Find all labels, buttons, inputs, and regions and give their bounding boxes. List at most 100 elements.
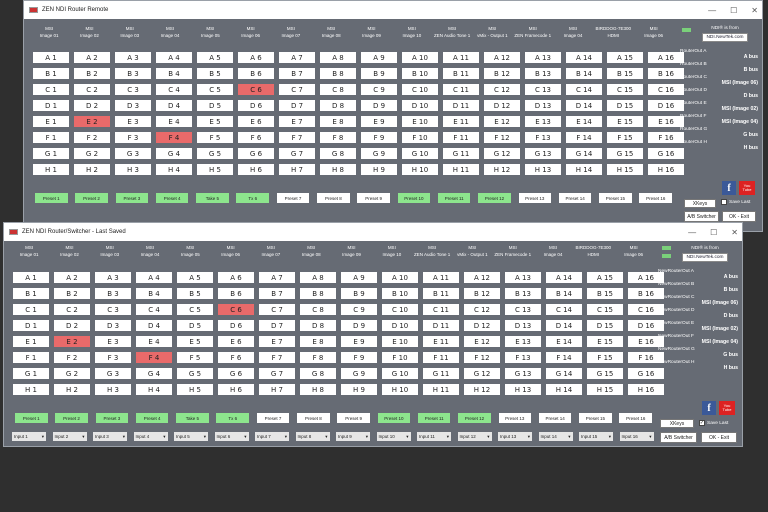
crosspoint-button[interactable]: H 4	[156, 164, 192, 175]
crosspoint-button[interactable]: H 8	[300, 384, 336, 395]
preset-button[interactable]: Preset 13	[498, 413, 532, 423]
minimize-button[interactable]: —	[708, 6, 716, 15]
crosspoint-button[interactable]: G 12	[484, 148, 520, 159]
crosspoint-button[interactable]: F 7	[259, 352, 295, 363]
crosspoint-button[interactable]: C 4	[136, 304, 172, 315]
crosspoint-button[interactable]: G 8	[320, 148, 356, 159]
preset-button[interactable]: Preset 16	[639, 193, 672, 203]
crosspoint-button[interactable]: C 13	[505, 304, 541, 315]
preset-button[interactable]: Preset 7	[256, 413, 290, 423]
crosspoint-button[interactable]: A 8	[320, 52, 356, 63]
crosspoint-button[interactable]: H 15	[607, 164, 643, 175]
crosspoint-button[interactable]: D 11	[423, 320, 459, 331]
crosspoint-button[interactable]: D 14	[566, 100, 602, 111]
crosspoint-button[interactable]: H 5	[177, 384, 213, 395]
crosspoint-button[interactable]: A 11	[443, 52, 479, 63]
preset-button[interactable]: Preset 2	[75, 193, 108, 203]
crosspoint-button[interactable]: E 3	[95, 336, 131, 347]
crosspoint-button[interactable]: H 10	[382, 384, 418, 395]
crosspoint-button[interactable]: C 6	[218, 304, 254, 315]
crosspoint-button[interactable]: B 12	[484, 68, 520, 79]
crosspoint-button[interactable]: D 14	[546, 320, 582, 331]
input-select[interactable]: Input 11 ▾	[417, 432, 451, 441]
preset-button[interactable]: Preset 7	[276, 193, 310, 203]
crosspoint-button[interactable]: D 11	[443, 100, 479, 111]
crosspoint-button[interactable]: G 1	[13, 368, 49, 379]
input-select[interactable]: Input 10 ▾	[376, 432, 411, 441]
crosspoint-button[interactable]: C 11	[443, 84, 479, 95]
input-select[interactable]: Input 1 ▾	[12, 432, 46, 441]
crosspoint-button[interactable]: F 12	[464, 352, 500, 363]
preset-button[interactable]: Preset 3	[115, 193, 149, 203]
crosspoint-button[interactable]: C 8	[300, 304, 336, 315]
crosspoint-button[interactable]: D 16	[648, 100, 684, 111]
crosspoint-button[interactable]: E 7	[279, 116, 315, 127]
crosspoint-button[interactable]: H 14	[566, 164, 602, 175]
crosspoint-button[interactable]: D 9	[341, 320, 377, 331]
crosspoint-button[interactable]: F 10	[402, 132, 438, 143]
preset-button[interactable]: Preset 16	[619, 413, 652, 423]
crosspoint-button[interactable]: D 6	[238, 100, 274, 111]
crosspoint-button[interactable]: E 9	[361, 116, 397, 127]
preset-button[interactable]: Preset 4	[135, 413, 169, 423]
crosspoint-button[interactable]: E 15	[587, 336, 623, 347]
crosspoint-button[interactable]: A 16	[648, 52, 684, 63]
crosspoint-button[interactable]: B 7	[279, 68, 315, 79]
crosspoint-button[interactable]: E 8	[320, 116, 356, 127]
crosspoint-button[interactable]: E 12	[484, 116, 520, 127]
crosspoint-button[interactable]: D 10	[382, 320, 418, 331]
crosspoint-button[interactable]: E 14	[566, 116, 602, 127]
crosspoint-button[interactable]: H 12	[464, 384, 500, 395]
crosspoint-button[interactable]: A 5	[197, 52, 233, 63]
crosspoint-button[interactable]: E 7	[259, 336, 295, 347]
preset-button[interactable]: Preset 1	[35, 193, 68, 203]
input-select[interactable]: Input 13 ▾	[498, 432, 532, 441]
preset-button[interactable]: Preset 15	[579, 413, 612, 423]
crosspoint-button[interactable]: H 7	[259, 384, 295, 395]
crosspoint-button[interactable]: A 4	[136, 272, 172, 283]
crosspoint-button[interactable]: B 5	[177, 288, 213, 299]
preset-button[interactable]: Preset 12	[478, 193, 511, 203]
crosspoint-button[interactable]: C 10	[382, 304, 418, 315]
preset-button[interactable]: Tx 6	[216, 413, 249, 423]
crosspoint-button[interactable]: D 13	[525, 100, 561, 111]
crosspoint-button[interactable]: A 15	[607, 52, 643, 63]
crosspoint-button[interactable]: B 3	[95, 288, 131, 299]
crosspoint-button[interactable]: A 12	[484, 52, 520, 63]
crosspoint-button[interactable]: C 14	[566, 84, 602, 95]
preset-button[interactable]: Preset 1	[15, 413, 48, 423]
crosspoint-button[interactable]: B 6	[238, 68, 274, 79]
crosspoint-button[interactable]: G 16	[648, 148, 684, 159]
crosspoint-button[interactable]: A 2	[74, 52, 110, 63]
preset-button[interactable]: Preset 4	[155, 193, 189, 203]
crosspoint-button[interactable]: F 10	[382, 352, 418, 363]
crosspoint-button[interactable]: D 7	[259, 320, 295, 331]
crosspoint-button[interactable]: C 3	[95, 304, 131, 315]
crosspoint-button[interactable]: G 5	[197, 148, 233, 159]
crosspoint-button[interactable]: F 15	[607, 132, 643, 143]
crosspoint-button[interactable]: D 5	[197, 100, 233, 111]
crosspoint-button[interactable]: D 8	[320, 100, 356, 111]
input-select[interactable]: Input 6 ▾	[214, 432, 249, 441]
crosspoint-button[interactable]: H 2	[54, 384, 90, 395]
crosspoint-button[interactable]: B 12	[464, 288, 500, 299]
maximize-button[interactable]: ☐	[710, 228, 717, 237]
crosspoint-button[interactable]: B 11	[423, 288, 459, 299]
crosspoint-button[interactable]: D 5	[177, 320, 213, 331]
crosspoint-button[interactable]: B 6	[218, 288, 254, 299]
crosspoint-button[interactable]: B 1	[13, 288, 49, 299]
input-select[interactable]: Input 9 ▾	[336, 432, 370, 441]
input-select[interactable]: Input 3 ▾	[93, 432, 127, 441]
preset-button[interactable]: Preset 11	[417, 413, 451, 423]
crosspoint-button[interactable]: A 1	[33, 52, 69, 63]
preset-button[interactable]: Tx 6	[236, 193, 269, 203]
crosspoint-button[interactable]: H 1	[33, 164, 69, 175]
crosspoint-button[interactable]: D 2	[54, 320, 90, 331]
crosspoint-button[interactable]: C 8	[320, 84, 356, 95]
crosspoint-button[interactable]: E 2	[54, 336, 90, 347]
input-select[interactable]: Input 14 ▾	[538, 432, 573, 441]
crosspoint-button[interactable]: F 2	[54, 352, 90, 363]
crosspoint-button[interactable]: B 13	[505, 288, 541, 299]
crosspoint-button[interactable]: B 2	[74, 68, 110, 79]
crosspoint-button[interactable]: A 7	[279, 52, 315, 63]
